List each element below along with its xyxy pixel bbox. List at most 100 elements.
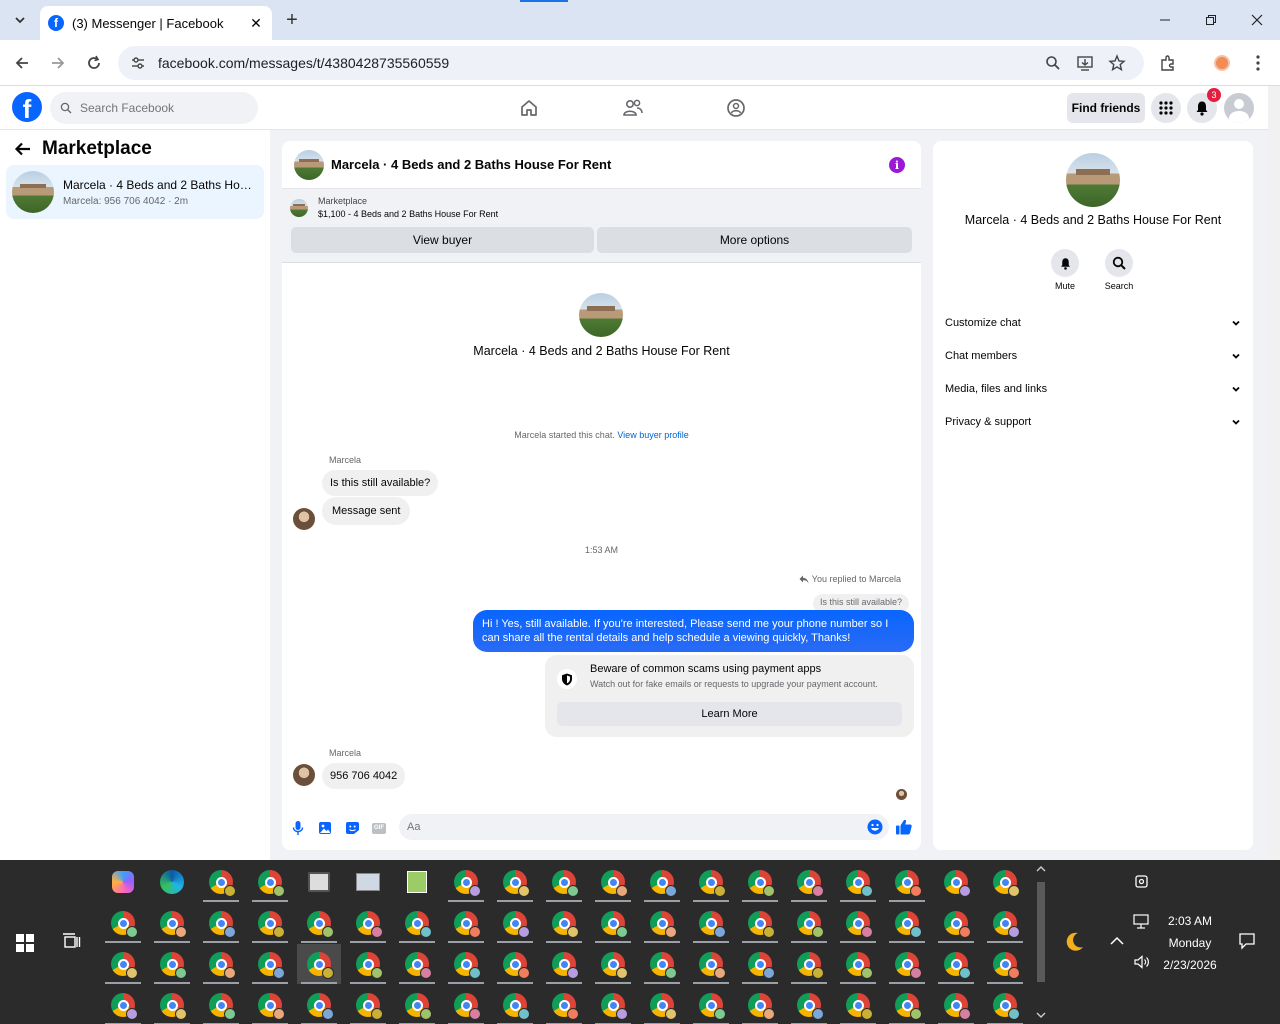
emoji-icon[interactable] — [867, 819, 883, 835]
chrome-profile-app-icon[interactable] — [640, 862, 684, 902]
gif-icon[interactable]: GIF — [371, 820, 387, 836]
chrome-profile-app-icon[interactable] — [542, 862, 586, 902]
chrome-profile-app-icon[interactable] — [836, 985, 880, 1024]
chrome-profile-app-icon[interactable] — [444, 944, 488, 984]
copilot-app-icon[interactable] — [101, 862, 145, 902]
site-settings-icon[interactable] — [130, 55, 146, 71]
chrome-profile-app-icon[interactable] — [199, 985, 243, 1024]
chrome-profile-app-icon[interactable] — [885, 903, 929, 943]
chrome-profile-app-icon[interactable] — [395, 944, 439, 984]
notepad-app-icon[interactable] — [395, 862, 439, 902]
search-action[interactable]: Search — [1089, 249, 1149, 291]
outgoing-message[interactable]: Hi ! Yes, still available. If you're int… — [473, 610, 914, 652]
account-avatar[interactable] — [1224, 93, 1254, 123]
chrome-profile-app-icon[interactable] — [493, 862, 537, 902]
zoom-icon[interactable] — [1044, 54, 1062, 72]
thumbs-up-icon[interactable] — [895, 818, 913, 836]
chrome-profile-app-icon[interactable] — [738, 862, 782, 902]
chrome-profile-app-icon[interactable] — [787, 862, 831, 902]
learn-more-button[interactable]: Learn More — [557, 702, 902, 726]
chrome-profile-app-icon[interactable] — [591, 862, 635, 902]
chrome-profile-app-icon[interactable] — [101, 944, 145, 984]
chrome-profile-app-icon[interactable] — [248, 862, 292, 902]
install-app-icon[interactable] — [1076, 54, 1094, 72]
incoming-message[interactable]: Is this still available? — [322, 470, 439, 496]
chrome-profile-app-icon[interactable] — [591, 985, 635, 1024]
clock-date[interactable]: 2/23/2026 — [1154, 958, 1226, 972]
conversation-item[interactable]: Marcela · 4 Beds and 2 Baths Hous... Mar… — [6, 165, 264, 219]
chrome-profile-app-icon[interactable] — [297, 985, 341, 1024]
chat-members-row[interactable]: Chat members — [945, 344, 1241, 368]
chrome-profile-app-icon[interactable] — [787, 944, 831, 984]
minimize-icon[interactable] — [1155, 10, 1175, 30]
chrome-profile-app-icon[interactable] — [444, 903, 488, 943]
volume-icon[interactable] — [1133, 954, 1151, 970]
microphone-icon[interactable] — [290, 820, 306, 836]
chrome-profile-app-icon[interactable] — [934, 903, 978, 943]
mute-action[interactable]: Mute — [1035, 249, 1095, 291]
chrome-profile-app-icon[interactable] — [591, 944, 635, 984]
chrome-profile-app-icon[interactable] — [493, 903, 537, 943]
chrome-profile-app-icon[interactable] — [787, 985, 831, 1024]
chrome-profile-app-icon[interactable] — [934, 985, 978, 1024]
chrome-profile-app-icon[interactable] — [101, 903, 145, 943]
chrome-profile-app-icon[interactable] — [836, 862, 880, 902]
remote-desktop-app-icon[interactable] — [297, 862, 341, 902]
notification-center-icon[interactable] — [1238, 932, 1256, 950]
photo-icon[interactable] — [317, 820, 333, 836]
chrome-profile-app-icon[interactable] — [689, 985, 733, 1024]
chrome-profile-app-icon[interactable] — [885, 985, 929, 1024]
chrome-profile-app-icon[interactable] — [836, 944, 880, 984]
meet-now-icon[interactable] — [1133, 872, 1151, 890]
media-files-links-row[interactable]: Media, files and links — [945, 377, 1241, 401]
listing-info[interactable]: Marketplace $1,100 - 4 Beds and 2 Baths … — [290, 196, 498, 219]
chrome-profile-app-icon[interactable] — [983, 903, 1027, 943]
menu-grid-icon[interactable] — [1151, 93, 1181, 123]
chrome-profile-app-icon[interactable] — [297, 944, 341, 984]
network-icon[interactable] — [1133, 914, 1151, 930]
chrome-profile-app-icon[interactable] — [738, 944, 782, 984]
chrome-profile-app-icon[interactable] — [983, 985, 1027, 1024]
new-tab-icon[interactable]: + — [282, 9, 302, 31]
home-icon[interactable] — [517, 96, 541, 120]
chrome-profile-app-icon[interactable] — [542, 903, 586, 943]
close-window-icon[interactable] — [1247, 10, 1267, 30]
chrome-profile-app-icon[interactable] — [787, 903, 831, 943]
chrome-profile-app-icon[interactable] — [346, 944, 390, 984]
chrome-profile-app-icon[interactable] — [297, 903, 341, 943]
mute-bell-icon[interactable] — [1051, 249, 1079, 277]
sticker-icon[interactable] — [344, 820, 360, 836]
chrome-profile-app-icon[interactable] — [248, 985, 292, 1024]
chrome-profile-app-icon[interactable] — [983, 944, 1027, 984]
sender-avatar[interactable] — [293, 764, 315, 786]
customize-chat-row[interactable]: Customize chat — [945, 311, 1241, 335]
chrome-profile-app-icon[interactable] — [199, 862, 243, 902]
back-icon[interactable] — [10, 51, 34, 75]
message-input[interactable] — [407, 821, 847, 833]
chrome-profile-app-icon[interactable] — [199, 903, 243, 943]
resource-monitor-app-icon[interactable] — [346, 862, 390, 902]
tab-close-icon[interactable]: ✕ — [248, 15, 264, 31]
chrome-profile-app-icon[interactable] — [395, 903, 439, 943]
back-arrow-icon[interactable] — [14, 140, 32, 158]
edge-app-icon[interactable] — [150, 862, 194, 902]
browser-menu-icon[interactable] — [1248, 53, 1268, 73]
chrome-profile-app-icon[interactable] — [395, 985, 439, 1024]
chrome-profile-app-icon[interactable] — [248, 903, 292, 943]
chrome-profile-app-icon[interactable] — [738, 985, 782, 1024]
reload-icon[interactable] — [82, 51, 106, 75]
chrome-profile-app-icon[interactable] — [640, 985, 684, 1024]
chrome-profile-app-icon[interactable] — [150, 985, 194, 1024]
page-scrollbar[interactable] — [1268, 86, 1280, 860]
chrome-profile-app-icon[interactable] — [885, 944, 929, 984]
show-hidden-icons-chevron-icon[interactable] — [1110, 936, 1124, 946]
chrome-profile-app-icon[interactable] — [150, 903, 194, 943]
chrome-profile-app-icon[interactable] — [885, 862, 929, 902]
chrome-profile-app-icon[interactable] — [493, 985, 537, 1024]
facebook-logo[interactable]: f — [12, 92, 42, 122]
clock-day[interactable]: Monday — [1158, 936, 1222, 950]
forward-icon[interactable] — [46, 51, 70, 75]
chrome-profile-app-icon[interactable] — [199, 944, 243, 984]
chrome-profile-app-icon[interactable] — [640, 903, 684, 943]
browser-tab[interactable]: f (3) Messenger | Facebook ✕ — [40, 6, 272, 40]
